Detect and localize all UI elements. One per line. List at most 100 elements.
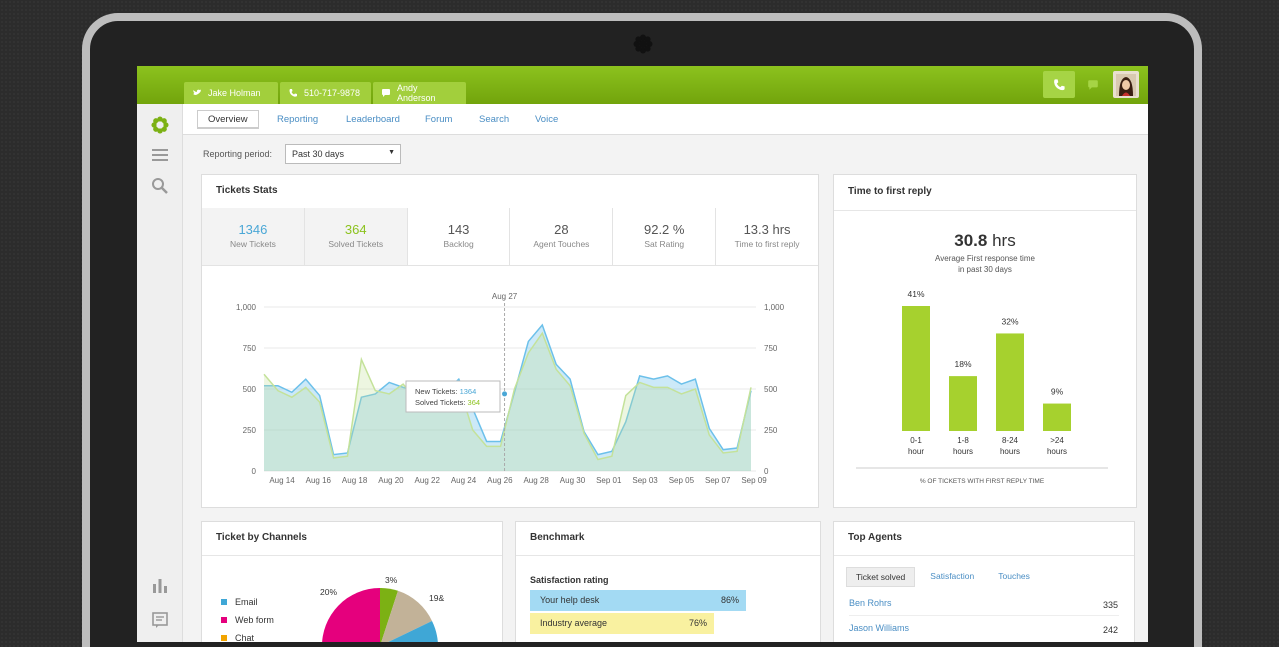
tickets-stats-card: Tickets Stats 1346 New Tickets 364 Solve… bbox=[201, 174, 819, 508]
agent-name-link[interactable]: Ben Rohrs bbox=[849, 598, 892, 608]
date-marker-label: Aug 27 bbox=[492, 292, 518, 301]
menu-icon[interactable] bbox=[151, 146, 169, 164]
legend-item-web-form: Web form bbox=[221, 615, 274, 625]
legend-swatch bbox=[221, 617, 227, 623]
series-area bbox=[264, 333, 751, 471]
bar-value-label: 41% bbox=[907, 289, 924, 299]
phone-tab[interactable]: 510-717-9878 bbox=[280, 82, 371, 104]
divider bbox=[202, 555, 502, 556]
zendesk-logo-icon[interactable] bbox=[151, 116, 169, 134]
bar-value-label: 32% bbox=[1001, 316, 1018, 326]
user-tab-label: Jake Holman bbox=[208, 88, 261, 98]
legend-label: Web form bbox=[235, 615, 274, 625]
tab-search[interactable]: Search bbox=[469, 110, 519, 129]
tab-voice[interactable]: Voice bbox=[525, 110, 568, 129]
bar-value-label: 9% bbox=[1051, 387, 1064, 397]
tab-leaderboard[interactable]: Leaderboard bbox=[336, 110, 410, 129]
reporting-period-select[interactable]: Past 30 days ▼ bbox=[285, 144, 401, 164]
x-axis-label: % OF TICKETS WITH FIRST REPLY TIME bbox=[920, 478, 1045, 485]
bar-value-label: 18% bbox=[954, 359, 971, 369]
tab-reporting[interactable]: Reporting bbox=[267, 110, 328, 129]
bar bbox=[949, 376, 977, 431]
x-tick-label: Aug 20 bbox=[378, 476, 404, 485]
bar-chart-icon[interactable] bbox=[151, 576, 169, 594]
x-tick-label: Sep 07 bbox=[705, 476, 731, 485]
chat-bubble-icon bbox=[382, 89, 390, 97]
ttr-subtitle-line-1: Average First response time bbox=[935, 254, 1035, 263]
stat-backlog[interactable]: 143 Backlog bbox=[407, 208, 511, 265]
stat-label: Solved Tickets bbox=[328, 239, 384, 249]
stat-new-tickets[interactable]: 1346 New Tickets bbox=[202, 208, 305, 265]
time-first-reply-bar-chart[interactable]: 41% 0-1 hour 18% 1-8 hours 32% 8-24 hours 9% >24 ho… bbox=[834, 275, 1136, 500]
chat-tab-andy-anderson[interactable]: Andy Anderson bbox=[373, 82, 466, 104]
pie-slice bbox=[322, 588, 380, 642]
tab-satisfaction[interactable]: Satisfaction bbox=[921, 567, 983, 587]
stat-label: Backlog bbox=[443, 239, 474, 249]
bar-category-label: >24 bbox=[1050, 436, 1064, 445]
x-tick-label: Aug 24 bbox=[451, 476, 477, 485]
top-agents-card: Top Agents Ticket solved Satisfaction To… bbox=[833, 521, 1135, 642]
voice-call-button[interactable] bbox=[1043, 71, 1075, 98]
tab-touches[interactable]: Touches bbox=[989, 567, 1039, 587]
caret-down-icon: ▼ bbox=[388, 149, 395, 156]
bench-bar-pct: 86% bbox=[720, 595, 739, 605]
zendesk-logo-icon bbox=[633, 34, 653, 54]
y-tick-label-right: 0 bbox=[764, 467, 769, 476]
stat-sat-rating[interactable]: 92.2 % Sat Rating bbox=[613, 208, 717, 265]
tooltip-new-label: New Tickets: 1364 bbox=[415, 387, 476, 396]
user-tab-jake-holman[interactable]: Jake Holman bbox=[184, 82, 278, 104]
x-tick-label: Aug 30 bbox=[560, 476, 586, 485]
bar bbox=[902, 306, 930, 431]
benchmark-card: Benchmark Satisfaction rating Your help … bbox=[515, 521, 821, 642]
bar bbox=[996, 333, 1024, 431]
x-tick-label: Aug 28 bbox=[523, 476, 549, 485]
ttr-subtitle: Average First response time in past 30 d… bbox=[834, 253, 1136, 275]
tickets-line-chart[interactable]: 0 0 250 250 500 500 750 750 1,000 1,000 Aug 14 Aug … bbox=[202, 285, 818, 495]
channels-pie-chart[interactable] bbox=[320, 586, 440, 642]
bar-category-unit: hours bbox=[953, 447, 973, 456]
chat-button[interactable] bbox=[1077, 71, 1109, 98]
divider bbox=[834, 555, 1134, 556]
phone-icon bbox=[1054, 78, 1065, 90]
chart-tooltip bbox=[405, 380, 501, 413]
chat-bubble-icon bbox=[1088, 79, 1098, 90]
app-screen: Jake Holman 510-717-9878 Andy Anderson O… bbox=[137, 66, 1148, 642]
avatar[interactable] bbox=[1113, 71, 1139, 98]
x-tick-label: Sep 03 bbox=[632, 476, 658, 485]
twitter-bird-icon bbox=[193, 89, 201, 95]
agent-name-link[interactable]: Jason Williams bbox=[849, 623, 909, 633]
tab-ticket-solved[interactable]: Ticket solved bbox=[846, 567, 916, 587]
bar-category-unit: hours bbox=[1000, 447, 1020, 456]
hover-point bbox=[502, 391, 508, 397]
x-tick-label: Sep 09 bbox=[741, 476, 767, 485]
tab-overview[interactable]: Overview bbox=[197, 110, 259, 129]
y-tick-label-right: 750 bbox=[764, 344, 778, 353]
x-tick-label: Aug 22 bbox=[415, 476, 441, 485]
left-sidebar bbox=[137, 104, 183, 642]
y-tick-label-left: 500 bbox=[243, 385, 257, 394]
legend-item-chat: Chat bbox=[221, 633, 254, 642]
x-tick-label: Aug 16 bbox=[306, 476, 332, 485]
stat-value: 92.2 % bbox=[643, 222, 685, 237]
stat-solved-tickets[interactable]: 364 Solved Tickets bbox=[304, 208, 408, 265]
tab-forum[interactable]: Forum bbox=[415, 110, 462, 129]
time-first-reply-card: Time to first reply 30.8 hrs Average Fir… bbox=[833, 174, 1137, 508]
x-tick-label: Aug 26 bbox=[487, 476, 513, 485]
stat-time-first-reply[interactable]: 13.3 hrs Time to first reply bbox=[716, 208, 818, 265]
stats-row: 1346 New Tickets 364 Solved Tickets 143 … bbox=[202, 208, 818, 266]
stat-label: Time to first reply bbox=[734, 239, 800, 249]
x-tick-label: Aug 18 bbox=[342, 476, 368, 485]
note-icon[interactable] bbox=[151, 611, 169, 629]
tooltip-solved-label: Solved Tickets: 364 bbox=[415, 398, 480, 407]
chat-tab-label: Andy Anderson bbox=[397, 83, 436, 103]
stat-agent-touches[interactable]: 28 Agent Touches bbox=[510, 208, 614, 265]
benchmark-bar-your-help-desk[interactable]: Your help desk 86% bbox=[530, 590, 746, 611]
bench-bar-label: Industry average bbox=[540, 618, 608, 628]
bar-category-label: 1-8 bbox=[957, 436, 969, 445]
benchmark-bar-industry-average[interactable]: Industry average 76% bbox=[530, 613, 714, 634]
stat-value: 13.3 hrs bbox=[743, 222, 791, 237]
bar-category-unit: hour bbox=[908, 447, 924, 456]
stat-label: Agent Touches bbox=[533, 239, 590, 249]
y-tick-label-left: 250 bbox=[243, 426, 257, 435]
search-icon[interactable] bbox=[151, 177, 169, 195]
